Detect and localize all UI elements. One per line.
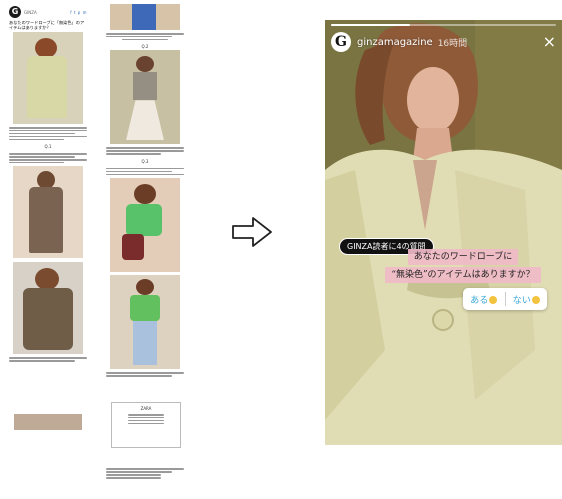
poll-option-yes-label: ある bbox=[470, 295, 489, 306]
close-icon[interactable]: × bbox=[543, 34, 556, 50]
article-text-block bbox=[106, 167, 184, 176]
promo-box: ZARA bbox=[111, 402, 181, 448]
poll-option-no-label: ない bbox=[512, 295, 531, 306]
question-text: あなたのワードローブに “無染色”のアイテムはありますか？ bbox=[377, 248, 549, 284]
poll-option-no[interactable]: ない bbox=[506, 293, 548, 306]
article-photo-3 bbox=[13, 262, 83, 355]
article-text-block bbox=[9, 357, 87, 362]
article-text-block bbox=[9, 127, 87, 141]
photo-strip-bottom bbox=[14, 414, 82, 430]
article-heading: あなたのワードローブに「無染色」のアイテムはありますか？ bbox=[9, 20, 85, 30]
promo-box-label: ZARA bbox=[140, 406, 152, 411]
article-column-2[interactable]: Q.2 Q.3 ZARA bbox=[103, 4, 187, 499]
article-footer-text bbox=[106, 467, 184, 480]
question-line-1: あなたのワードローブに bbox=[407, 249, 519, 265]
story-timestamp: 16時間 bbox=[437, 38, 468, 49]
article-text-block bbox=[106, 33, 184, 41]
right-arrow-icon bbox=[232, 217, 272, 247]
article-photo-2 bbox=[13, 166, 83, 259]
story-username[interactable]: ginzamagazine bbox=[357, 37, 433, 48]
story-photo bbox=[325, 20, 562, 445]
promo-text bbox=[116, 414, 176, 425]
poll-sticker: ある ない bbox=[463, 288, 547, 310]
share-icons[interactable]: f t p m bbox=[70, 10, 87, 15]
story-progress-bar bbox=[331, 24, 556, 26]
section-label: Q.3 bbox=[141, 158, 149, 164]
ginza-logo: G bbox=[9, 6, 21, 18]
section-label: Q.2 bbox=[141, 44, 149, 50]
section-label: Q.1 bbox=[44, 144, 52, 150]
article-photo-1 bbox=[13, 32, 83, 124]
article-header: G GINZA f t p m bbox=[6, 4, 90, 18]
article-photo-4 bbox=[110, 50, 180, 145]
avatar[interactable]: G bbox=[331, 32, 351, 52]
article-text-block bbox=[106, 372, 184, 377]
article-text-block bbox=[9, 153, 87, 164]
story-progress-fill bbox=[331, 24, 410, 26]
story-header: G ginzamagazine 16時間 × bbox=[331, 31, 556, 53]
article-photo-6 bbox=[110, 275, 180, 370]
question-line-2: “無染色”のアイテムはありますか？ bbox=[385, 267, 541, 283]
article-header-text: GINZA bbox=[24, 9, 37, 15]
article-photo-5 bbox=[110, 178, 180, 273]
sad-emoji-icon bbox=[531, 295, 540, 304]
poll-option-yes[interactable]: ある bbox=[463, 293, 505, 306]
article-photo-top bbox=[110, 4, 180, 30]
article-column-1[interactable]: G GINZA f t p m あなたのワードローブに「無染色」のアイテムはあり… bbox=[6, 4, 90, 444]
instagram-story[interactable]: G ginzamagazine 16時間 × GINZA読者に4の質問 あなたの… bbox=[325, 20, 562, 445]
article-text-block bbox=[106, 147, 184, 155]
smile-emoji-icon bbox=[489, 295, 498, 304]
